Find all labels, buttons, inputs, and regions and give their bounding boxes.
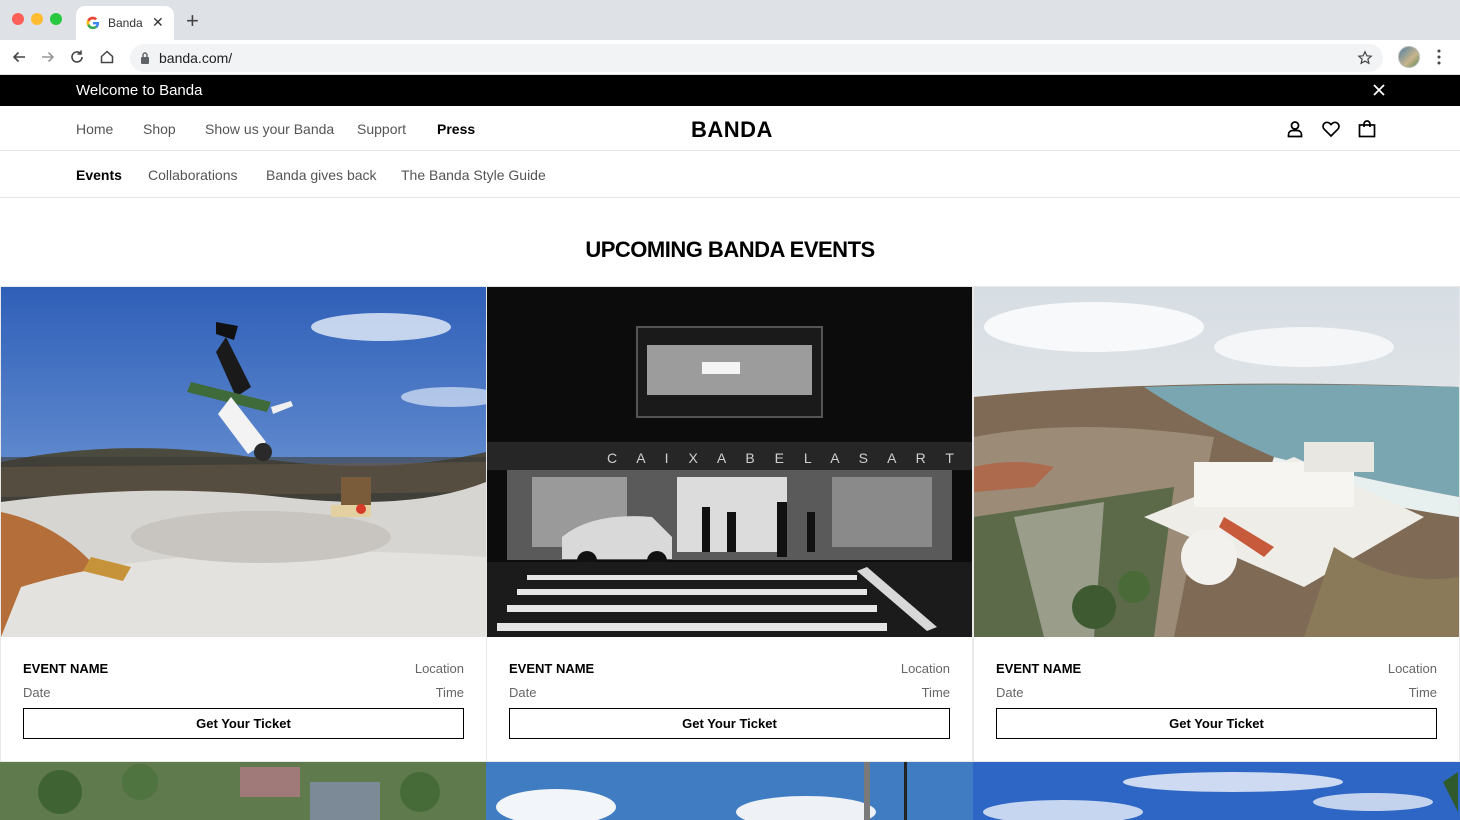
close-icon[interactable] — [1372, 83, 1386, 97]
site-logo[interactable]: BANDA — [691, 117, 773, 143]
browser-menu-icon[interactable] — [1432, 48, 1446, 66]
shopping-bag-icon[interactable] — [1357, 119, 1377, 139]
event-name: EVENT NAME — [23, 661, 109, 676]
profile-avatar[interactable] — [1398, 46, 1420, 68]
event-location: Location — [900, 661, 950, 676]
window-close-button[interactable] — [12, 13, 24, 25]
nav-press[interactable]: Press — [437, 121, 475, 137]
lock-icon — [141, 52, 149, 64]
window-minimize-button[interactable] — [31, 13, 43, 25]
skatepark-photo[interactable] — [1, 287, 486, 637]
wishlist-heart-icon[interactable] — [1321, 119, 1341, 139]
google-favicon-icon — [86, 16, 100, 30]
event-date: Date — [996, 685, 1024, 700]
window-maximize-button[interactable] — [50, 13, 62, 25]
coastal-castle-aerial-photo[interactable] — [974, 287, 1459, 637]
announcement-bar: Welcome to Banda — [0, 75, 1460, 106]
tab-close-icon[interactable]: ✕ — [152, 14, 164, 30]
get-ticket-button[interactable]: Get Your Ticket — [23, 708, 464, 739]
event-date: Date — [509, 685, 537, 700]
cloudy-sky-photo[interactable] — [973, 762, 1460, 820]
subnav-events[interactable]: Events — [76, 167, 122, 183]
bookmark-star-icon[interactable] — [1357, 50, 1373, 66]
aerial-town-photo[interactable] — [0, 762, 487, 820]
forward-arrow-icon[interactable] — [39, 48, 57, 66]
section-title: UPCOMING BANDA EVENTS — [585, 237, 875, 262]
main-navigation: Home Shop Show us your Banda Support Pre… — [0, 106, 1460, 151]
subnav-banda-gives-back[interactable]: Banda gives back — [266, 167, 377, 183]
new-tab-icon[interactable]: + — [186, 10, 199, 32]
event-name: EVENT NAME — [996, 661, 1082, 676]
account-icon[interactable] — [1285, 119, 1305, 139]
browser-tabstrip: Banda ✕ + — [0, 0, 1460, 40]
event-time: Time — [1408, 685, 1437, 700]
tab-title: Banda — [108, 16, 143, 30]
event-time: Time — [435, 685, 464, 700]
url-text[interactable]: banda.com/ — [159, 50, 232, 66]
event-card: EVENT NAME Location Date Time Get Your T… — [973, 286, 1460, 762]
get-ticket-button[interactable]: Get Your Ticket — [509, 708, 950, 739]
sky-tower-photo[interactable] — [486, 762, 973, 820]
nav-home[interactable]: Home — [76, 121, 113, 137]
event-card: C A I X A B E L A S A R T E S EVENT NAME… — [486, 286, 973, 762]
nav-shop[interactable]: Shop — [143, 121, 176, 137]
sub-navigation: Events Collaborations Banda gives back T… — [0, 151, 1460, 198]
svg-text:C A I X A B E L A S A R T: C A I X A B E L A S A R T E S — [607, 450, 972, 466]
nav-support[interactable]: Support — [357, 121, 406, 137]
browser-toolbar: banda.com/ — [0, 40, 1460, 75]
city-street-night-photo[interactable]: C A I X A B E L A S A R T E S — [487, 287, 972, 637]
subnav-collaborations[interactable]: Collaborations — [148, 167, 238, 183]
browser-tab[interactable]: Banda ✕ — [76, 6, 174, 40]
nav-show-us-your-banda[interactable]: Show us your Banda — [205, 121, 334, 137]
address-bar[interactable]: banda.com/ — [130, 44, 1383, 72]
event-card: EVENT NAME Location Date Time Get Your T… — [0, 286, 487, 762]
event-time: Time — [921, 685, 950, 700]
back-arrow-icon[interactable] — [10, 48, 28, 66]
event-name: EVENT NAME — [509, 661, 595, 676]
home-icon[interactable] — [98, 48, 116, 66]
event-location: Location — [1387, 661, 1437, 676]
subnav-style-guide[interactable]: The Banda Style Guide — [401, 167, 546, 183]
announcement-message: Welcome to Banda — [76, 82, 203, 99]
event-location: Location — [414, 661, 464, 676]
event-date: Date — [23, 685, 51, 700]
get-ticket-button[interactable]: Get Your Ticket — [996, 708, 1437, 739]
reload-icon[interactable] — [68, 48, 86, 66]
